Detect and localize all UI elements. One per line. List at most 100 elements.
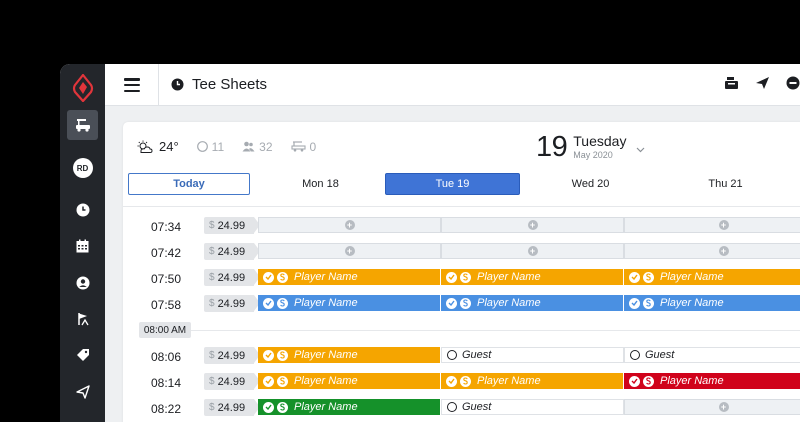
sidebar-item-clock[interactable] [67, 195, 98, 225]
tag-icon [76, 349, 89, 361]
player-slot[interactable]: Player Name [624, 295, 800, 311]
player-slot[interactable]: Player Name [441, 373, 624, 389]
price-value: 24.99 [217, 297, 246, 310]
plus-icon: + [527, 220, 538, 230]
guest-slot[interactable]: Guest [441, 399, 624, 415]
player-name: Player Name [660, 375, 724, 387]
price-tag[interactable]: $24.99 [204, 269, 260, 286]
register-icon [725, 77, 738, 89]
golf-ball-icon [196, 141, 208, 152]
tab-thu-21[interactable]: Thu 21 [678, 173, 773, 195]
tab-wed-20[interactable]: Wed 20 [543, 173, 638, 195]
sidebar-item-profile[interactable]: RD [67, 153, 98, 183]
checkmark-icon [629, 271, 640, 283]
player-slot[interactable]: Player Name [258, 347, 441, 363]
tee-time-row: 07:34 $24.99 + + + [123, 214, 800, 240]
tee-time: 07:42 [151, 246, 182, 260]
player-name: Player Name [477, 271, 541, 283]
dollar-icon [643, 271, 654, 283]
tee-sheet-card: 24° 11 32 0 19 Tuesday May 2020 Today Mo… [123, 122, 800, 422]
menu-toggle-button[interactable] [124, 78, 140, 93]
add-player-slot[interactable]: + [258, 243, 441, 259]
tab-tue-19[interactable]: Tue 19 [385, 173, 520, 195]
plus-icon: + [527, 246, 538, 256]
player-slot[interactable]: Player Name [624, 269, 800, 285]
player-slot[interactable]: Player Name [624, 373, 800, 389]
price-tag[interactable]: $24.99 [204, 295, 260, 312]
player-slot[interactable]: Player Name [258, 373, 441, 389]
plus-icon: + [344, 246, 355, 256]
dollar-icon [460, 375, 471, 387]
date-picker[interactable]: 19 Tuesday May 2020 [536, 131, 645, 164]
hour-marker-line [191, 330, 800, 331]
sidebar-item-reports[interactable] [67, 304, 98, 334]
price-tag[interactable]: $24.99 [204, 399, 260, 416]
register-button[interactable] [724, 76, 739, 90]
lightspeed-logo-icon[interactable] [70, 74, 96, 102]
chevron-down-icon[interactable] [636, 147, 645, 153]
page-title: Tee Sheets [192, 76, 268, 93]
guest-label: Guest [462, 401, 492, 413]
sidebar-item-customers[interactable] [67, 268, 98, 298]
player-name: Player Name [294, 297, 358, 309]
guest-slot[interactable]: Guest [624, 347, 800, 363]
player-slot[interactable]: Player Name [441, 269, 624, 285]
player-name: Player Name [294, 349, 358, 361]
tee-time-row: 08:06 $24.99 Player Name Guest Guest [123, 344, 800, 370]
add-player-slot[interactable]: + [624, 217, 800, 233]
circle-icon [447, 350, 457, 360]
currency-symbol: $ [209, 376, 215, 387]
price-tag[interactable]: $24.99 [204, 217, 260, 234]
add-player-slot[interactable]: + [258, 217, 441, 233]
tee-time: 08:06 [151, 350, 182, 364]
golf-cart-icon [75, 119, 90, 132]
today-button[interactable]: Today [128, 173, 250, 195]
users-icon [242, 141, 255, 152]
status-button[interactable] [786, 76, 800, 90]
plus-icon: + [718, 220, 729, 230]
checkmark-icon [263, 297, 274, 309]
checkmark-icon [446, 375, 457, 387]
price-tag[interactable]: $24.99 [204, 243, 260, 260]
guest-slot[interactable]: Guest [441, 347, 624, 363]
price-tag[interactable]: $24.99 [204, 373, 260, 390]
tee-time: 07:50 [151, 272, 182, 286]
tee-time-row: 08:14 $24.99 Player Name Player Name Player … [123, 370, 800, 396]
top-bar: Tee Sheets [105, 64, 800, 106]
sidebar-item-calendar[interactable] [67, 231, 98, 261]
add-player-slot[interactable]: + [624, 399, 800, 415]
checkmark-icon [446, 297, 457, 309]
player-slot[interactable]: Player Name [258, 399, 441, 415]
sidebar-item-send[interactable] [67, 377, 98, 407]
currency-symbol: $ [209, 220, 215, 231]
tee-time-row: 07:58 $24.99 Player Name Player Name Player … [123, 292, 800, 318]
currency-symbol: $ [209, 272, 215, 283]
user-circle-icon [76, 276, 89, 290]
players-count: 11 [196, 140, 224, 154]
app-window: RD Tee Sheets 24° 11 32 0 19 Tuesday May… [60, 64, 800, 422]
checkmark-icon [629, 375, 640, 387]
add-player-slot[interactable]: + [624, 243, 800, 259]
sidebar-item-tags[interactable] [67, 340, 98, 370]
sidebar-item-tee-sheet[interactable] [67, 110, 98, 140]
send-button[interactable] [755, 76, 770, 90]
player-name: Player Name [660, 297, 724, 309]
dollar-icon [277, 349, 288, 361]
weather-summary: 24° 11 32 0 [137, 139, 316, 154]
checkmark-icon [263, 271, 274, 283]
add-player-slot[interactable]: + [441, 217, 624, 233]
dollar-icon [460, 297, 471, 309]
checkmark-icon [263, 401, 274, 413]
tee-time: 08:14 [151, 376, 182, 390]
price-tag[interactable]: $24.99 [204, 347, 260, 364]
add-player-slot[interactable]: + [441, 243, 624, 259]
date-day-number: 19 [536, 131, 568, 163]
guest-label: Guest [462, 349, 492, 361]
player-slot[interactable]: Player Name [441, 295, 624, 311]
tab-mon-18[interactable]: Mon 18 [273, 173, 368, 195]
price-value: 24.99 [217, 349, 246, 362]
player-slot[interactable]: Player Name [258, 295, 441, 311]
player-slot[interactable]: Player Name [258, 269, 441, 285]
avatar: RD [72, 158, 93, 178]
partly-sunny-icon [137, 140, 153, 153]
